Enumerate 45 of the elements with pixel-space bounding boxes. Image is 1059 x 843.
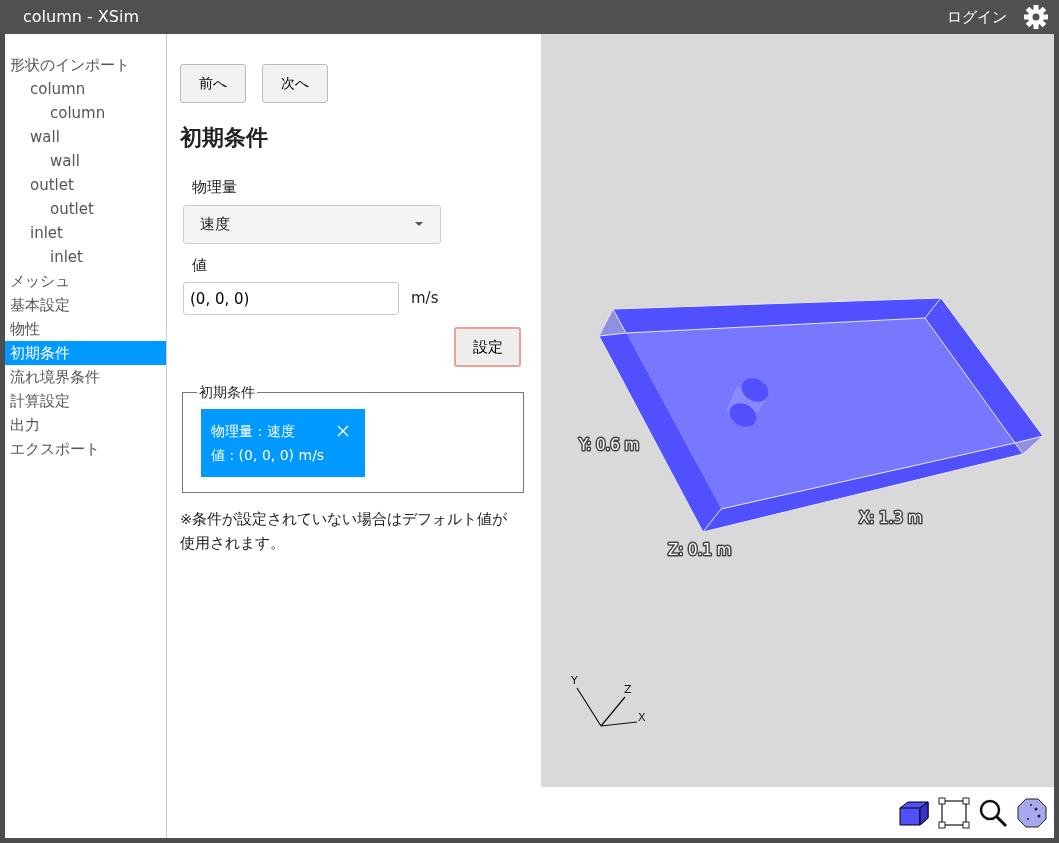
sidebar-item[interactable]: 計算設定 bbox=[5, 389, 166, 413]
sidebar-item[interactable]: 流れ境界条件 bbox=[5, 365, 166, 389]
sidebar-item[interactable]: メッシュ bbox=[5, 269, 166, 293]
axis-label: Y bbox=[571, 674, 578, 687]
field-label: 物理量 bbox=[191, 177, 238, 198]
dimension-label: Y: 0.6 m bbox=[579, 436, 640, 454]
3d-viewport[interactable]: Y: 0.6 m X: 1.3 m Z: 0.1 m Y Z X bbox=[541, 34, 1054, 787]
quantity-dropdown[interactable]: 速度 bbox=[183, 204, 441, 244]
polyhedron-icon[interactable] bbox=[1016, 796, 1048, 829]
caret-icon bbox=[414, 221, 424, 227]
sidebar-item[interactable]: wall bbox=[5, 125, 166, 149]
sidebar-item[interactable]: inlet bbox=[5, 221, 166, 245]
sidebar-item[interactable]: エクスポート bbox=[5, 437, 166, 461]
sidebar-item[interactable]: 出力 bbox=[5, 413, 166, 437]
tag-text: 値 : (0, 0, 0) m/s bbox=[211, 446, 325, 465]
window-title: column - XSim bbox=[23, 6, 139, 28]
sidebar-item[interactable]: 物性 bbox=[5, 317, 166, 341]
panel-legend: 初期条件 bbox=[197, 385, 257, 399]
sidebar-item[interactable]: outlet bbox=[5, 197, 166, 221]
set-button[interactable]: 設定 bbox=[454, 327, 521, 367]
dimension-label: X: 1.3 m bbox=[859, 509, 923, 527]
unit-label: m/s bbox=[411, 288, 439, 310]
dimension-label: Z: 0.1 m bbox=[668, 541, 732, 559]
axis-triad-drawing bbox=[576, 687, 638, 727]
axis-label: Z bbox=[624, 683, 632, 696]
sidebar-item[interactable]: outlet bbox=[5, 173, 166, 197]
selection-frame-icon[interactable] bbox=[938, 796, 970, 829]
field-label: 値 bbox=[191, 254, 208, 276]
settings-icon[interactable] bbox=[1023, 4, 1049, 30]
login-link[interactable]: ログイン bbox=[947, 5, 1007, 29]
sidebar-item[interactable]: inlet bbox=[5, 245, 166, 269]
sidebar-item[interactable]: column bbox=[5, 77, 166, 101]
value-input[interactable]: (0, 0, 0) bbox=[183, 282, 399, 315]
section-heading: 初期条件 bbox=[180, 124, 269, 152]
axis-label: X bbox=[638, 711, 646, 724]
nav-button[interactable]: 次へ bbox=[262, 64, 328, 103]
sidebar-item[interactable]: 形状のインポート bbox=[5, 53, 166, 77]
note-text: ※条件が設定されていない場合はデフォルト値が使用されます。 bbox=[180, 510, 509, 553]
nav-button[interactable]: 前へ bbox=[180, 64, 246, 103]
sidebar-item[interactable]: column bbox=[5, 101, 166, 125]
sidebar-item[interactable]: wall bbox=[5, 149, 166, 173]
sidebar-item[interactable]: 基本設定 bbox=[5, 293, 166, 317]
search-icon[interactable] bbox=[978, 797, 1008, 828]
close-icon[interactable] bbox=[337, 425, 349, 437]
tag-text: 物理量 : 速度 bbox=[211, 422, 296, 441]
